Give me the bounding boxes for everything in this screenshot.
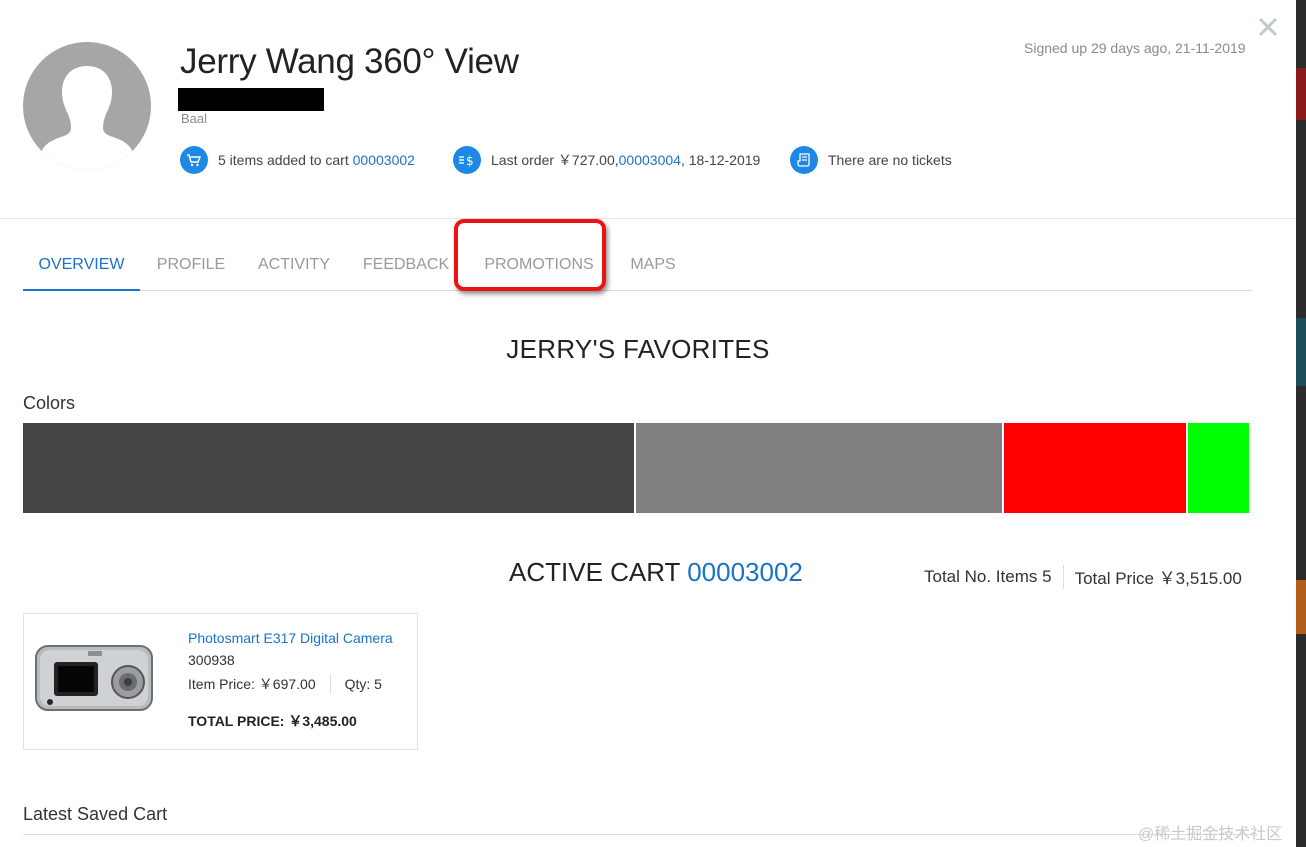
item-price: Item Price: ￥697.00: [188, 676, 316, 692]
close-button[interactable]: [1255, 14, 1281, 40]
page-title: Jerry Wang 360° View: [180, 42, 519, 81]
order-number-link[interactable]: 00003004: [619, 152, 681, 168]
user-silhouette-icon: [39, 66, 135, 170]
cart-icon: [180, 146, 208, 174]
item-qty: Qty: 5: [344, 676, 382, 692]
cart-stat-text: 5 items added to cart: [218, 152, 349, 168]
money-icon: $: [453, 146, 481, 174]
total-items: Total No. Items 5: [924, 566, 1052, 586]
signed-up-text: Signed up 29 days ago, 21-11-2019: [1024, 40, 1246, 56]
customer-subtitle: Baal: [181, 111, 208, 126]
background-chip: [1296, 318, 1306, 386]
background-chip: [1296, 68, 1306, 120]
color-segment: [1187, 423, 1249, 513]
cart-item-card: Photosmart E317 Digital Camera 300938 It…: [23, 613, 418, 750]
order-stat: $ Last order ￥727.00, 00003004, 18-12-20…: [453, 146, 760, 174]
cart-number-link[interactable]: 00003002: [353, 152, 415, 168]
tab-feedback[interactable]: FEEDBACK: [357, 250, 455, 289]
favorites-title: JERRY'S FAVORITES: [506, 334, 770, 364]
product-price-row: Item Price: ￥697.00 Qty: 5: [188, 674, 382, 694]
tab-profile[interactable]: PROFILE: [151, 250, 231, 289]
color-segment: [23, 423, 636, 513]
latest-saved-cart-label: Latest Saved Cart: [23, 804, 168, 824]
saved-cart-divider: [23, 834, 1252, 835]
item-total-price: TOTAL PRICE: ￥3,485.00: [188, 713, 357, 729]
header-divider: [0, 218, 1296, 219]
price-divider: [329, 674, 331, 694]
cart-totals: Total No. Items 5 Total Price ￥3,515.00: [924, 564, 1242, 589]
product-name-link[interactable]: Photosmart E317 Digital Camera: [188, 630, 393, 646]
svg-text:$: $: [466, 154, 474, 168]
tab-overview[interactable]: OVERVIEW: [23, 250, 140, 291]
active-cart-title: ACTIVE CART 00003002: [509, 557, 803, 588]
background-chip: [1296, 580, 1306, 634]
ticket-icon: [790, 146, 818, 174]
tickets-stat: There are no tickets: [790, 146, 952, 174]
promotions-highlight-box: [454, 219, 606, 291]
tab-maps[interactable]: MAPS: [623, 250, 683, 289]
camera-product-image: [35, 645, 153, 711]
order-stat-text: Last order ￥727.00,: [491, 152, 619, 168]
color-segment: [1003, 423, 1188, 513]
active-cart-label: ACTIVE CART: [509, 557, 680, 587]
close-icon: [1258, 17, 1278, 37]
watermark: @稀土掘金技术社区: [1138, 826, 1283, 843]
order-date: , 18-12-2019: [680, 152, 761, 168]
tab-bar: OVERVIEW PROFILE ACTIVITY FEEDBACK PROMO…: [23, 250, 1252, 291]
total-price: Total Price ￥3,515.00: [1074, 569, 1242, 588]
colors-bar: [23, 423, 1249, 513]
cart-stat: 5 items added to cart 00003002: [180, 146, 415, 174]
color-segment: [636, 423, 1004, 513]
colors-label: Colors: [23, 393, 76, 413]
totals-divider: [1062, 564, 1064, 589]
background-page-strip: [1296, 0, 1306, 847]
active-cart-number-link[interactable]: 00003002: [687, 557, 803, 587]
redacted-bar: [178, 88, 324, 111]
tickets-stat-text: There are no tickets: [828, 152, 952, 168]
avatar: [23, 42, 151, 170]
tab-activity[interactable]: ACTIVITY: [251, 250, 337, 289]
product-code: 300938: [188, 652, 235, 668]
